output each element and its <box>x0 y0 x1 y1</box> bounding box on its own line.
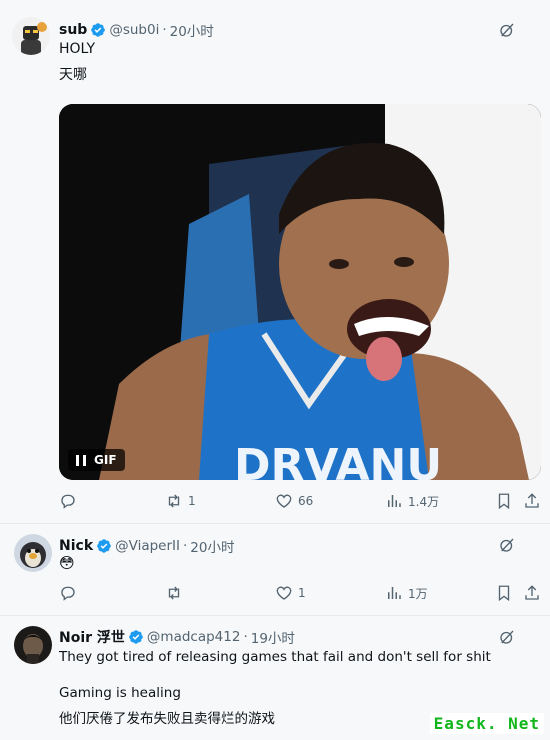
views-button[interactable]: 1.4万 <box>385 492 439 510</box>
grok-icon[interactable] <box>498 628 516 646</box>
action-bar: 1 1万 <box>59 584 539 604</box>
reply-icon <box>61 586 75 601</box>
views-button[interactable]: 1万 <box>385 584 428 602</box>
grok-icon[interactable] <box>498 536 516 554</box>
verified-badge-icon <box>129 630 143 644</box>
author-name[interactable]: Nick <box>59 538 93 554</box>
svg-text:DRVANU: DRVANU <box>234 440 442 480</box>
retweet-button[interactable]: 1 <box>165 492 196 510</box>
tweet-text-line: Gaming is healing <box>59 685 181 701</box>
reply-icon <box>61 494 75 509</box>
reply-button[interactable] <box>59 492 77 510</box>
author-name[interactable]: Noir 浮世 <box>59 627 125 647</box>
separator-dot: · <box>243 629 248 645</box>
verified-badge-icon <box>91 23 106 37</box>
action-bar: 1 66 1.4万 <box>59 492 539 512</box>
views-icon <box>388 495 401 507</box>
share-icon <box>525 493 539 508</box>
gif-badge[interactable]: GIF <box>68 449 125 471</box>
share-button[interactable] <box>523 584 541 602</box>
author-handle[interactable]: @ViaperII <box>115 538 180 554</box>
reply-button[interactable] <box>59 584 77 602</box>
timestamp[interactable]: 20小时 <box>190 536 234 556</box>
tweet-2[interactable]: Nick @ViaperII · 20小时 😳 1 1万 <box>0 524 550 615</box>
author-handle[interactable]: @madcap412 <box>147 629 241 645</box>
share-icon <box>525 585 539 600</box>
author-handle[interactable]: @sub0i <box>109 22 159 38</box>
bookmark-icon <box>498 493 510 510</box>
like-button[interactable]: 66 <box>275 492 313 510</box>
gif-frame: DRVANU <box>59 104 541 480</box>
like-count: 1 <box>298 586 306 600</box>
tweet-1[interactable]: sub @sub0i · 20小时 HOLY 天哪 DRVANU GIF 1 6… <box>0 0 550 522</box>
bookmark-button[interactable] <box>495 492 513 510</box>
separator-dot: · <box>182 538 188 554</box>
tweet-text-line: 😳 <box>59 554 75 572</box>
timestamp[interactable]: 19小时 <box>251 627 295 647</box>
avatar[interactable] <box>14 626 52 664</box>
tweet-text-line: 他们厌倦了发布失败且卖得烂的游戏 <box>59 711 275 727</box>
timestamp[interactable]: 20小时 <box>170 20 214 40</box>
views-count: 1万 <box>408 586 428 601</box>
avatar[interactable] <box>14 534 52 572</box>
tweet-text-line: HOLY <box>59 41 96 57</box>
pause-icon <box>76 454 86 466</box>
watermark: Easck. Net <box>429 713 544 734</box>
like-icon <box>276 586 292 600</box>
verified-badge-icon <box>97 539 111 553</box>
retweet-icon <box>168 494 180 508</box>
bookmark-button[interactable] <box>495 584 513 602</box>
like-button[interactable]: 1 <box>275 584 306 602</box>
like-count: 66 <box>298 494 314 508</box>
avatar[interactable] <box>12 17 50 55</box>
share-button[interactable] <box>523 492 541 510</box>
like-icon <box>276 494 292 508</box>
separator-dot: · <box>162 22 167 38</box>
views-icon <box>388 587 401 599</box>
tweet-text-line: They got tired of releasing games that f… <box>59 649 491 665</box>
author-name[interactable]: sub <box>59 22 87 38</box>
tweet-text-line: 天哪 <box>59 67 87 83</box>
gif-label: GIF <box>94 453 117 467</box>
grok-icon[interactable] <box>498 21 516 39</box>
retweet-icon <box>168 586 180 600</box>
retweet-button[interactable] <box>165 584 183 602</box>
views-count: 1.4万 <box>408 494 440 509</box>
gif-media[interactable]: DRVANU GIF <box>59 104 541 480</box>
retweet-count: 1 <box>188 494 196 508</box>
bookmark-icon <box>498 585 510 602</box>
